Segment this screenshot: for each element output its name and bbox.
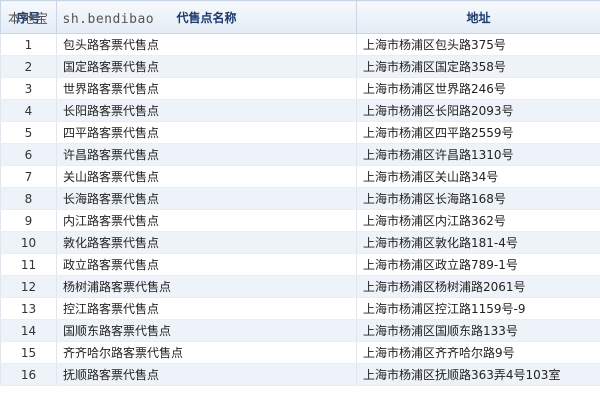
table-row: 14 国顺东路客票代售点 上海市杨浦区国顺东路133号: [0, 319, 600, 342]
row-outlet-name-cell: 世界路客票代售点: [56, 77, 357, 100]
row-outlet-name-cell: 政立路客票代售点: [56, 253, 357, 276]
row-outlet-name-cell: 国定路客票代售点: [56, 55, 357, 78]
table-row: 9 内江路客票代售点 上海市杨浦区内江路362号: [0, 209, 600, 232]
table-row: 11 政立路客票代售点 上海市杨浦区政立路789-1号: [0, 253, 600, 276]
row-index-cell: 11: [0, 253, 57, 276]
row-outlet-name-cell: 长阳路客票代售点: [56, 99, 357, 122]
row-outlet-name-cell: 敦化路客票代售点: [56, 231, 357, 254]
row-address-cell: 上海市杨浦区世界路246号: [356, 77, 600, 100]
header-address: 地址: [356, 0, 600, 34]
table-row: 7 关山路客票代售点 上海市杨浦区关山路34号: [0, 165, 600, 188]
ticket-outlet-table: 序号 代售点名称 地址 1 包头路客票代售点 上海市杨浦区包头路375号 2 国定路客票…: [0, 0, 600, 386]
row-index-cell: 7: [0, 165, 57, 188]
row-outlet-name-cell: 抚顺路客票代售点: [56, 363, 357, 386]
row-address-cell: 上海市杨浦区长海路168号: [356, 187, 600, 210]
site-watermark: 本地宝 sh.bendibao: [8, 8, 154, 27]
row-index-cell: 16: [0, 363, 57, 386]
row-index-cell: 8: [0, 187, 57, 210]
row-index-cell: 12: [0, 275, 57, 298]
row-index-cell: 2: [0, 55, 57, 78]
table-row: 3 世界路客票代售点 上海市杨浦区世界路246号: [0, 77, 600, 100]
table-row: 4 长阳路客票代售点 上海市杨浦区长阳路2093号: [0, 99, 600, 122]
row-address-cell: 上海市杨浦区长阳路2093号: [356, 99, 600, 122]
row-address-cell: 上海市杨浦区杨树浦路2061号: [356, 275, 600, 298]
row-index-cell: 5: [0, 121, 57, 144]
row-index-cell: 15: [0, 341, 57, 364]
row-outlet-name-cell: 许昌路客票代售点: [56, 143, 357, 166]
row-outlet-name-cell: 长海路客票代售点: [56, 187, 357, 210]
table-row: 16 抚顺路客票代售点 上海市杨浦区抚顺路363弄4号103室: [0, 363, 600, 386]
table-row: 1 包头路客票代售点 上海市杨浦区包头路375号: [0, 33, 600, 56]
row-address-cell: 上海市杨浦区内江路362号: [356, 209, 600, 232]
row-outlet-name-cell: 杨树浦路客票代售点: [56, 275, 357, 298]
table-row: 5 四平路客票代售点 上海市杨浦区四平路2559号: [0, 121, 600, 144]
row-address-cell: 上海市杨浦区抚顺路363弄4号103室: [356, 363, 600, 386]
row-address-cell: 上海市杨浦区关山路34号: [356, 165, 600, 188]
row-index-cell: 6: [0, 143, 57, 166]
table-row: 2 国定路客票代售点 上海市杨浦区国定路358号: [0, 55, 600, 78]
table-row: 12 杨树浦路客票代售点 上海市杨浦区杨树浦路2061号: [0, 275, 600, 298]
row-address-cell: 上海市杨浦区国顺东路133号: [356, 319, 600, 342]
row-outlet-name-cell: 四平路客票代售点: [56, 121, 357, 144]
row-outlet-name-cell: 关山路客票代售点: [56, 165, 357, 188]
table-row: 15 齐齐哈尔路客票代售点 上海市杨浦区齐齐哈尔路9号: [0, 341, 600, 364]
row-address-cell: 上海市杨浦区控江路1159号-9: [356, 297, 600, 320]
table-row: 13 控江路客票代售点 上海市杨浦区控江路1159号-9: [0, 297, 600, 320]
watermark-domain: sh.bendibao: [62, 12, 155, 27]
table-row: 8 长海路客票代售点 上海市杨浦区长海路168号: [0, 187, 600, 210]
row-outlet-name-cell: 齐齐哈尔路客票代售点: [56, 341, 357, 364]
row-index-cell: 9: [0, 209, 57, 232]
row-index-cell: 3: [0, 77, 57, 100]
row-index-cell: 14: [0, 319, 57, 342]
row-address-cell: 上海市杨浦区许昌路1310号: [356, 143, 600, 166]
row-outlet-name-cell: 国顺东路客票代售点: [56, 319, 357, 342]
row-index-cell: 1: [0, 33, 57, 56]
row-address-cell: 上海市杨浦区政立路789-1号: [356, 253, 600, 276]
row-index-cell: 10: [0, 231, 57, 254]
row-outlet-name-cell: 包头路客票代售点: [56, 33, 357, 56]
row-address-cell: 上海市杨浦区国定路358号: [356, 55, 600, 78]
row-address-cell: 上海市杨浦区敦化路181-4号: [356, 231, 600, 254]
table-body: 1 包头路客票代售点 上海市杨浦区包头路375号 2 国定路客票代售点 上海市杨浦区国定路…: [0, 33, 600, 386]
row-outlet-name-cell: 控江路客票代售点: [56, 297, 357, 320]
table-row: 10 敦化路客票代售点 上海市杨浦区敦化路181-4号: [0, 231, 600, 254]
row-index-cell: 13: [0, 297, 57, 320]
table-row: 6 许昌路客票代售点 上海市杨浦区许昌路1310号: [0, 143, 600, 166]
row-outlet-name-cell: 内江路客票代售点: [56, 209, 357, 232]
row-address-cell: 上海市杨浦区齐齐哈尔路9号: [356, 341, 600, 364]
row-address-cell: 上海市杨浦区四平路2559号: [356, 121, 600, 144]
row-index-cell: 4: [0, 99, 57, 122]
watermark-name: 本地宝: [8, 12, 49, 27]
row-address-cell: 上海市杨浦区包头路375号: [356, 33, 600, 56]
